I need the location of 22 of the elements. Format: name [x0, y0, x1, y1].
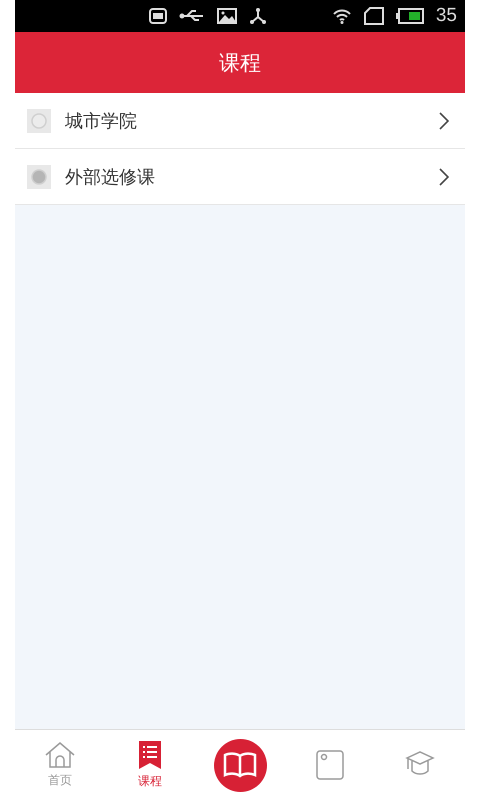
list-item[interactable]: 外部选修课: [15, 149, 465, 205]
chevron-icon: [439, 112, 449, 130]
keyboard-icon: [149, 8, 167, 24]
page-title: 课程: [219, 50, 261, 76]
seal-icon: [27, 108, 51, 132]
home-icon: [44, 741, 76, 769]
item-label: 城市学院: [65, 110, 138, 132]
seal-icon: [27, 164, 51, 188]
list-item[interactable]: 城市学院: [15, 93, 465, 149]
image-icon: [217, 8, 237, 24]
item-label: 外部选修课: [65, 166, 156, 188]
usb-icon: [179, 9, 205, 23]
list-icon: [138, 740, 162, 770]
nav-tab[interactable]: 课程: [105, 730, 195, 800]
sim-icon: [364, 7, 384, 25]
battery-level: 35: [436, 5, 457, 27]
chevron-icon: [439, 168, 449, 186]
book-icon: [223, 751, 257, 779]
battery-icon: [396, 8, 424, 24]
photo-card-icon: [316, 750, 344, 780]
wifi-icon: [332, 8, 352, 24]
share-icon: [249, 7, 267, 25]
